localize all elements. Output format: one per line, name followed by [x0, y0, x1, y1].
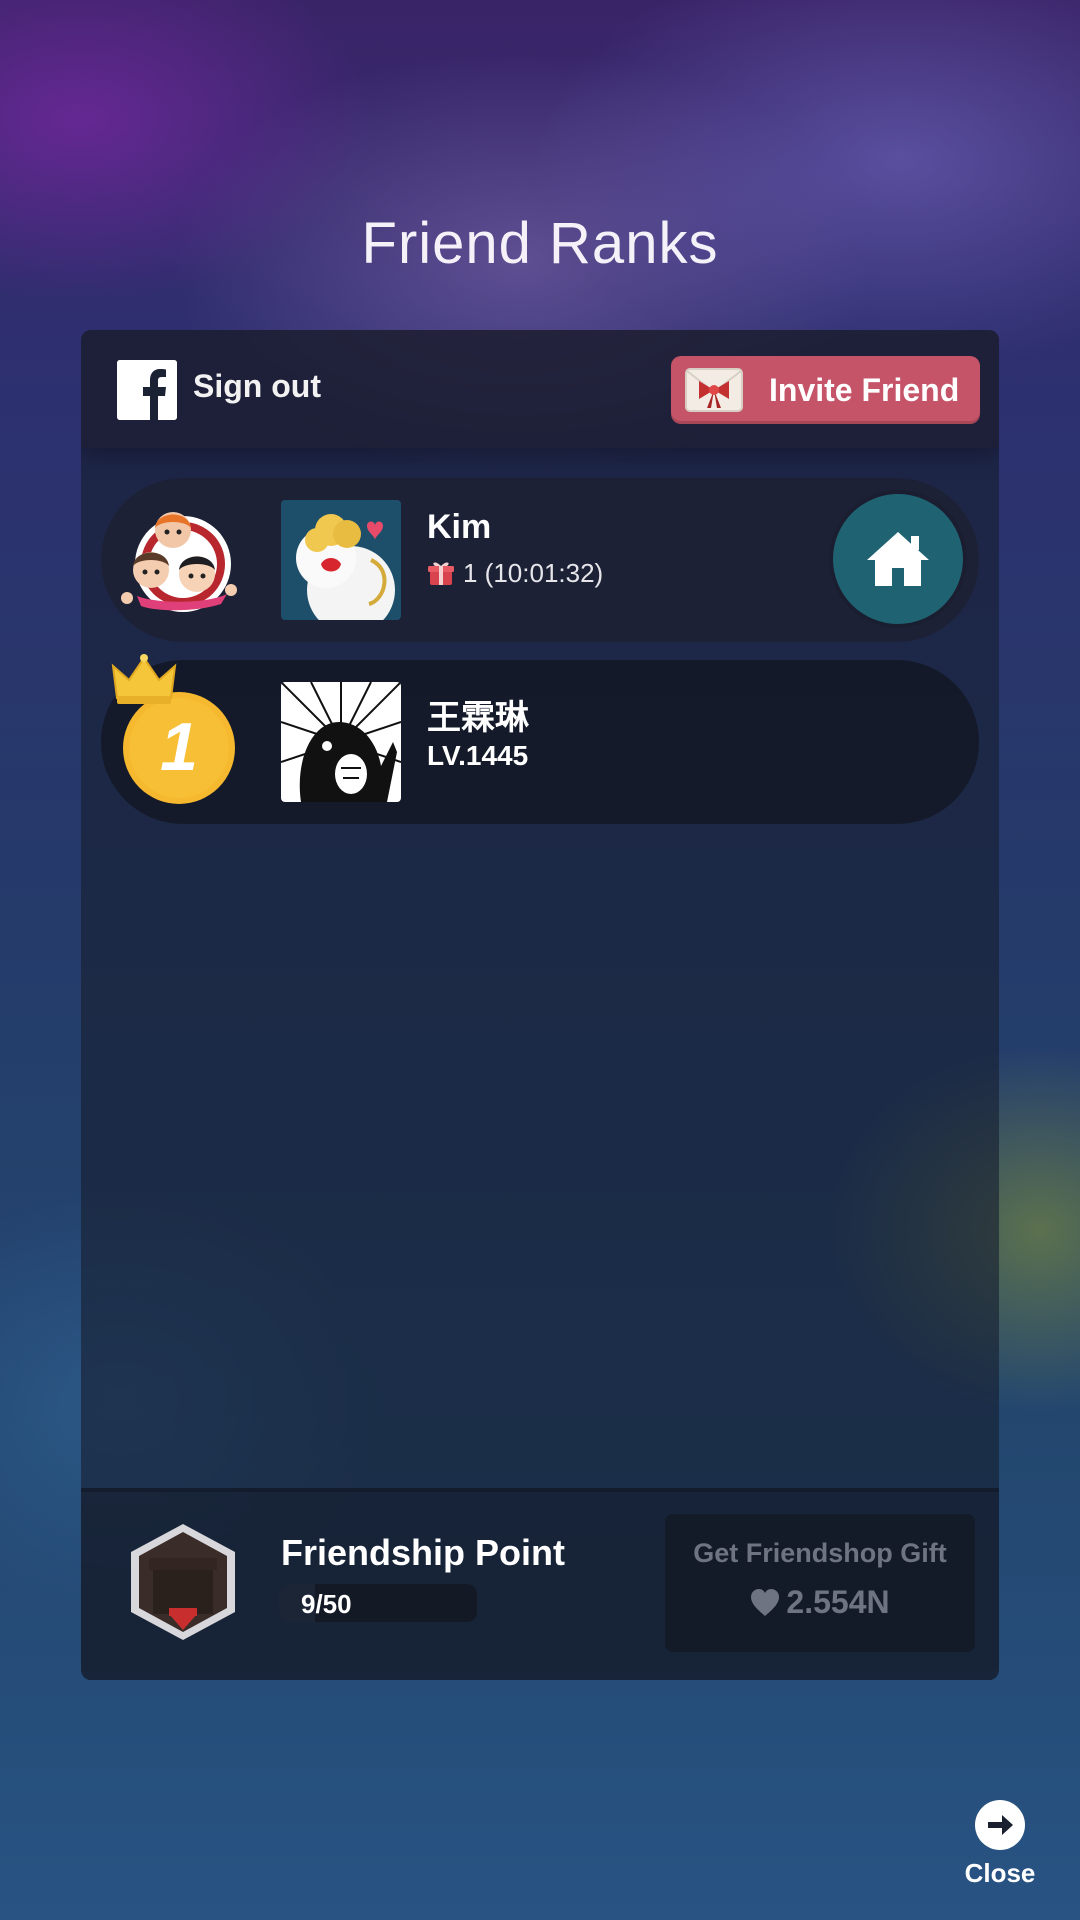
rank-number: 1	[160, 709, 198, 785]
page-title: Friend Ranks	[361, 211, 719, 276]
friend-level: LV.1445	[427, 740, 529, 771]
gift-info-text: 1 (10:01:32)	[463, 558, 604, 588]
visit-home-button[interactable]	[833, 494, 963, 624]
get-friendship-gift-button[interactable]: Get Friendshop Gift 2.554N	[665, 1514, 975, 1652]
friend-row-rank-1[interactable]: 1 王霖琳 LV.1445	[101, 654, 979, 824]
gift-button-label: Get Friendshop Gift	[693, 1538, 947, 1568]
avatar	[281, 500, 401, 620]
gift-icon	[428, 562, 454, 585]
gift-button-value-text: 2.554N	[786, 1584, 890, 1620]
envelope-bow-icon	[685, 368, 743, 412]
invite-friend-label: Invite Friend	[769, 372, 960, 408]
heart-icon	[751, 1589, 780, 1616]
sign-out-button[interactable]: Sign out	[193, 368, 321, 405]
friendship-point-label: Friendship Point	[281, 1532, 565, 1573]
friends-group-icon	[121, 512, 237, 612]
close-button[interactable]: Close	[955, 1800, 1045, 1900]
friend-row-kim[interactable]: Kim 1 (10:01:32)	[101, 478, 979, 642]
friend-name: Kim	[427, 508, 492, 546]
avatar	[281, 682, 401, 802]
friendship-progress-text: 9/50	[301, 1589, 352, 1619]
home-icon	[867, 532, 929, 586]
friendship-point-footer: Friendship Point 9/50 Get Friendshop Gif…	[81, 1488, 999, 1680]
arrow-right-icon	[975, 1800, 1025, 1850]
friendship-progress-bar: 9/50	[279, 1584, 477, 1622]
gift-box-icon	[131, 1524, 235, 1640]
invite-friend-button[interactable]: Invite Friend	[671, 356, 980, 424]
close-label: Close	[964, 1858, 1036, 1888]
facebook-icon[interactable]	[117, 360, 177, 420]
friend-name: 王霖琳	[427, 699, 529, 737]
friend-ranks-panel: Sign out Invite Friend Kim 1 (10:01:32) …	[81, 330, 999, 1680]
gift-button-value: 2.554N	[665, 1584, 975, 1621]
panel-header: Sign out Invite Friend	[81, 330, 999, 448]
crown-icon	[111, 654, 177, 704]
friend-gift-info: 1 (10:01:32)	[427, 558, 603, 589]
